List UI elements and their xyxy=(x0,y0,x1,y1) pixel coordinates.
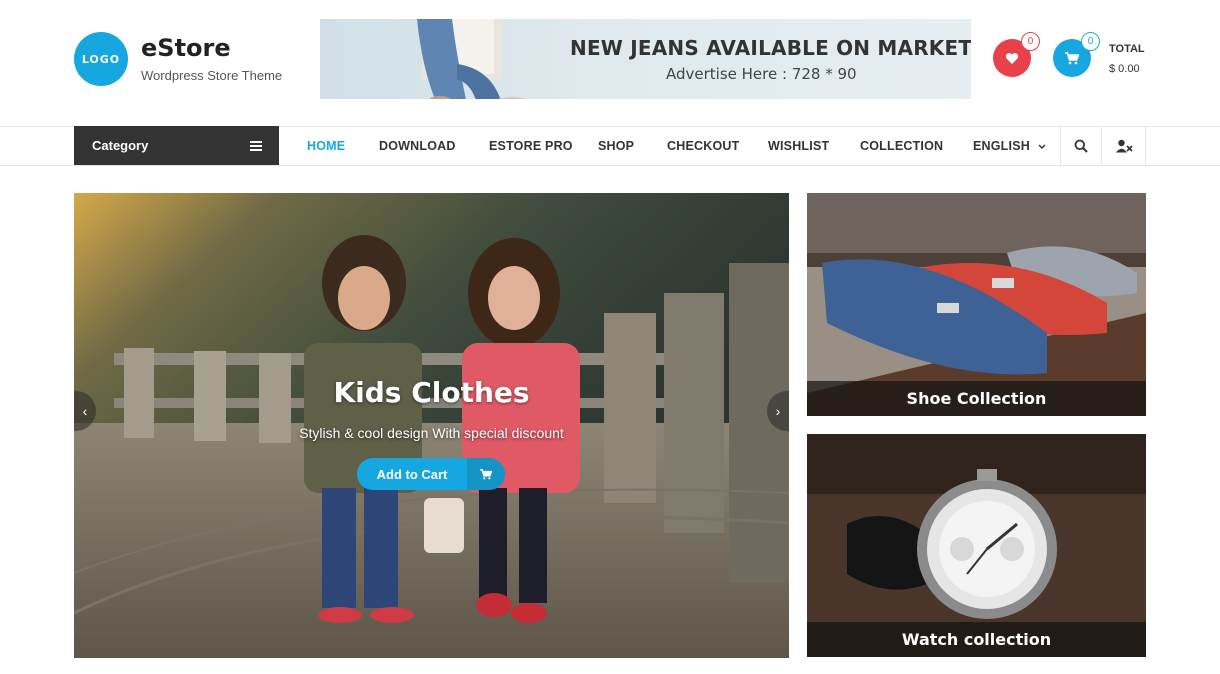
search-button[interactable] xyxy=(1072,137,1090,155)
search-icon xyxy=(1074,139,1088,153)
hamburger-icon xyxy=(250,140,262,151)
nav-item-wishlist[interactable]: WISHLIST xyxy=(768,139,829,153)
wishlist-count-badge: 0 xyxy=(1021,32,1040,51)
nav-item-estore-pro[interactable]: ESTORE PRO xyxy=(489,139,573,153)
site-tagline: Wordpress Store Theme xyxy=(141,68,283,83)
chevron-down-icon xyxy=(1038,144,1046,149)
watch-collection-banner[interactable]: Watch collection xyxy=(807,434,1146,657)
page: LOGO eStore Wordpress Store Theme NEW JE… xyxy=(0,0,1220,674)
nav-divider xyxy=(1101,127,1102,165)
nav-item-checkout[interactable]: CHECKOUT xyxy=(667,139,739,153)
chevron-right-icon: › xyxy=(775,403,781,419)
shoe-collection-banner[interactable]: Shoe Collection xyxy=(807,193,1146,416)
nav-item-shop[interactable]: SHOP xyxy=(598,139,634,153)
slide-title: Kids Clothes xyxy=(333,376,530,409)
cart-total-label: TOTAL xyxy=(1109,43,1145,55)
promo-caption-watches: Watch collection xyxy=(807,622,1146,657)
wishlist-button[interactable]: 0 xyxy=(993,32,1040,77)
slide-subtitle: Stylish & cool design With special disco… xyxy=(299,425,564,441)
logo[interactable]: LOGO xyxy=(74,32,128,86)
add-to-cart-button[interactable]: Add to Cart xyxy=(357,458,505,490)
cart-button[interactable]: 0 xyxy=(1053,32,1100,77)
promo-caption-shoes: Shoe Collection xyxy=(807,381,1146,416)
logo-text: LOGO xyxy=(81,52,121,66)
ad-subline: Advertise Here : 728 * 90 xyxy=(666,65,857,83)
heart-icon xyxy=(1005,52,1019,64)
category-menu-button[interactable]: Category xyxy=(74,126,279,165)
nav-divider xyxy=(1145,127,1146,165)
cart-count-badge: 0 xyxy=(1081,32,1100,51)
chevron-left-icon: ‹ xyxy=(82,403,88,419)
category-label: Category xyxy=(92,138,149,153)
language-selector[interactable]: ENGLISH xyxy=(973,139,1046,153)
nav-item-home[interactable]: HOME xyxy=(307,139,345,153)
ad-headline: NEW JEANS AVAILABLE ON MARKET xyxy=(570,36,971,60)
nav-item-collection[interactable]: COLLECTION xyxy=(860,139,943,153)
cart-total-value: $ 0.00 xyxy=(1109,63,1140,75)
language-label: ENGLISH xyxy=(973,139,1030,153)
ad-model-image xyxy=(417,19,526,99)
hero-slider[interactable]: Kids Clothes Stylish & cool design With … xyxy=(74,193,789,658)
account-button[interactable] xyxy=(1115,137,1133,155)
advertisement-banner[interactable]: NEW JEANS AVAILABLE ON MARKET Advertise … xyxy=(320,19,971,99)
nav-item-download[interactable]: DOWNLOAD xyxy=(379,139,456,153)
user-icon xyxy=(1115,139,1133,153)
cart-icon xyxy=(1065,51,1079,64)
site-title[interactable]: eStore xyxy=(141,34,231,62)
cart-icon xyxy=(467,458,505,490)
add-to-cart-label: Add to Cart xyxy=(376,466,448,482)
nav-divider xyxy=(1060,127,1061,165)
